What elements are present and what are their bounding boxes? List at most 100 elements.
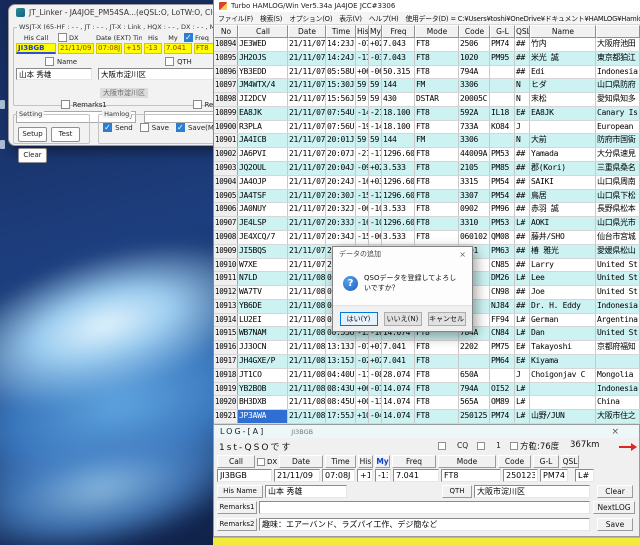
cell[interactable]: Indonesia bbox=[596, 383, 640, 396]
table-row[interactable]: 10907JE4LSP21/11/0720:33J-16-101296.60FT… bbox=[214, 217, 640, 231]
cell[interactable]: 山口県下松 bbox=[596, 190, 640, 203]
cell[interactable]: -04 bbox=[369, 410, 382, 423]
cell[interactable]: 21/11/08 bbox=[288, 272, 326, 285]
cell[interactable]: 10909 bbox=[214, 245, 238, 258]
cell[interactable]: 17:55J bbox=[326, 410, 356, 423]
cell[interactable]: 10911 bbox=[214, 272, 238, 285]
cell[interactable]: JA4OJP bbox=[238, 176, 288, 189]
remarks2-button[interactable]: Remarks2 bbox=[217, 518, 257, 531]
cell[interactable]: European bbox=[596, 121, 640, 134]
cell[interactable]: 10895 bbox=[214, 52, 238, 65]
cell[interactable]: 14.074 bbox=[382, 396, 415, 409]
cell[interactable]: China bbox=[596, 396, 640, 409]
dx-checkbox[interactable] bbox=[58, 33, 67, 42]
cell[interactable]: ## bbox=[515, 162, 530, 175]
cell[interactable]: CN84 bbox=[490, 327, 515, 340]
cell[interactable]: N bbox=[515, 134, 530, 147]
cell[interactable]: ## bbox=[515, 38, 530, 51]
cell[interactable]: 14:24J bbox=[326, 52, 356, 65]
send-checkbox[interactable] bbox=[103, 123, 112, 132]
cell[interactable]: FT8 bbox=[415, 231, 459, 244]
cell[interactable]: JA4ICB bbox=[238, 134, 288, 147]
cell[interactable]: JI2DCV bbox=[238, 93, 288, 106]
cell[interactable]: +06 bbox=[356, 383, 369, 396]
cell[interactable]: 3310 bbox=[459, 217, 490, 230]
cell[interactable]: WA7TV bbox=[238, 286, 288, 299]
cell[interactable]: Yamada bbox=[530, 148, 596, 161]
cell[interactable]: 鳥居 bbox=[530, 190, 596, 203]
check1-checkbox[interactable] bbox=[477, 442, 485, 450]
cell[interactable]: EA8JK bbox=[530, 107, 596, 120]
cell[interactable]: JA6PVI bbox=[238, 148, 288, 161]
freq-field[interactable]: 7.041 bbox=[164, 43, 192, 54]
cell[interactable]: PM63 bbox=[490, 245, 515, 258]
cell[interactable]: FT8 bbox=[415, 66, 459, 79]
table-row[interactable]: 10899EA8JK21/11/0707:54U-14-2118.100FT85… bbox=[214, 107, 640, 121]
log-his-name-input[interactable] bbox=[265, 485, 347, 498]
cell[interactable]: 14.074 bbox=[382, 383, 415, 396]
cell[interactable]: 10903 bbox=[214, 162, 238, 175]
log-dx-checkbox[interactable] bbox=[257, 458, 265, 466]
cell[interactable]: 565A bbox=[459, 396, 490, 409]
cell[interactable]: 7.041 bbox=[382, 355, 415, 368]
cell[interactable]: 07:54U bbox=[326, 107, 356, 120]
cell[interactable]: -07 bbox=[369, 383, 382, 396]
cell[interactable]: 21/11/07 bbox=[288, 107, 326, 120]
cell[interactable] bbox=[490, 134, 515, 147]
cell[interactable]: -15 bbox=[356, 190, 369, 203]
cell[interactable]: +10 bbox=[356, 410, 369, 423]
cell[interactable]: 08:45U bbox=[326, 396, 356, 409]
cell[interactable]: ## bbox=[515, 231, 530, 244]
table-row[interactable]: 10896YB3EDD21/11/0705:58U+06-0650.315FT8… bbox=[214, 66, 640, 80]
cell[interactable]: 21/11/07 bbox=[288, 66, 326, 79]
cell[interactable]: 250125 bbox=[459, 410, 490, 423]
cell[interactable]: 15:56J bbox=[326, 93, 356, 106]
cell[interactable]: 733A bbox=[459, 121, 490, 134]
cancel-button[interactable]: キャンセル bbox=[428, 312, 466, 326]
cell[interactable]: PM54 bbox=[490, 176, 515, 189]
cell[interactable]: Canary Is bbox=[596, 107, 640, 120]
log-titlebar[interactable]: LOG-[A] JI3BGB × bbox=[214, 425, 639, 438]
cell[interactable]: E# bbox=[515, 107, 530, 120]
cell[interactable]: 21/11/08 bbox=[288, 300, 326, 313]
cell[interactable]: PM53 bbox=[490, 148, 515, 161]
cell[interactable]: 大分県速見 bbox=[596, 148, 640, 161]
cell[interactable]: LU2EI bbox=[238, 314, 288, 327]
cell[interactable]: Kiyama bbox=[530, 355, 596, 368]
table-row[interactable]: 10916JJ3OCN21/11/0813:13J-07+017.041FT82… bbox=[214, 341, 640, 355]
cell[interactable]: 7.043 bbox=[382, 52, 415, 65]
desktop-icon-fragment[interactable] bbox=[0, 140, 5, 149]
cell[interactable]: Indonesia bbox=[596, 66, 640, 79]
field-header-my[interactable]: My bbox=[375, 455, 390, 468]
cell[interactable]: OM89 bbox=[490, 396, 515, 409]
cell[interactable]: 10919 bbox=[214, 383, 238, 396]
cell[interactable]: 20:30J bbox=[326, 190, 356, 203]
cell[interactable]: 2202 bbox=[459, 341, 490, 354]
cell[interactable]: 15:30J bbox=[326, 79, 356, 92]
check2-checkbox[interactable] bbox=[510, 442, 518, 450]
cell[interactable]: FT8 bbox=[415, 341, 459, 354]
field-input-mode[interactable] bbox=[441, 469, 501, 482]
column-header-Time[interactable]: Time bbox=[326, 25, 356, 38]
cell[interactable]: N7LD bbox=[238, 272, 288, 285]
cell[interactable]: 21/11/08 bbox=[288, 341, 326, 354]
cell[interactable]: 防府市国衙 bbox=[596, 134, 640, 147]
cell[interactable]: 650A bbox=[459, 369, 490, 382]
cell[interactable]: 21/11/07 bbox=[288, 148, 326, 161]
setup-button[interactable]: Setup bbox=[18, 127, 47, 142]
cell[interactable]: 山口県光市 bbox=[596, 217, 640, 230]
field-header-freq[interactable]: Freq bbox=[392, 455, 436, 468]
cell[interactable]: L# bbox=[515, 327, 530, 340]
cell[interactable]: 28.074 bbox=[382, 369, 415, 382]
cell[interactable]: 18.100 bbox=[382, 107, 415, 120]
cell[interactable]: 3315 bbox=[459, 176, 490, 189]
cell[interactable]: 山口県周南 bbox=[596, 176, 640, 189]
cell[interactable]: Edi bbox=[530, 66, 596, 79]
cell[interactable]: BH3DXB bbox=[238, 396, 288, 409]
cell[interactable]: 21/11/07 bbox=[288, 217, 326, 230]
cell[interactable]: Larry bbox=[530, 259, 596, 272]
field-header-date[interactable]: Date bbox=[279, 455, 323, 468]
cell[interactable]: 21/11/07 bbox=[288, 245, 326, 258]
cell[interactable]: 7.041 bbox=[382, 341, 415, 354]
cell[interactable]: DSTAR bbox=[415, 93, 459, 106]
